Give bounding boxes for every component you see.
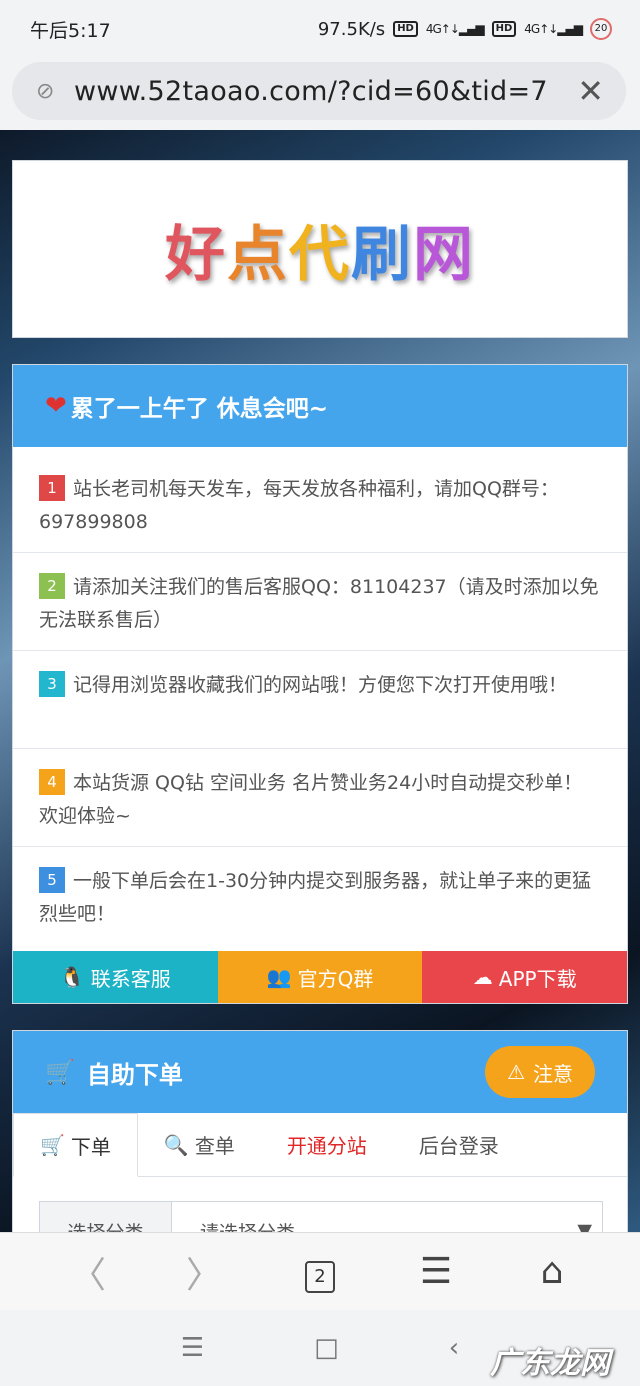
item-number-badge: 2	[39, 573, 65, 599]
hd-icon: HD	[491, 21, 517, 37]
watermark: 广东龙网	[490, 1346, 610, 1381]
search-icon: 🔍	[163, 1132, 189, 1157]
tab-order[interactable]: 🛒 下单	[13, 1113, 138, 1177]
notice-list: 1 站长老司机每天发车，每天发放各种福利，请加QQ群号：697899808 2 请添…	[13, 447, 627, 945]
list-item: 1 站长老司机每天发车，每天发放各种福利，请加QQ群号：697899808	[13, 455, 627, 553]
system-back-icon[interactable]: ‹	[449, 1333, 459, 1363]
item-number-badge: 4	[39, 769, 65, 795]
tab-admin-login[interactable]: 后台登录	[393, 1113, 525, 1176]
menu-icon[interactable]: ☰	[406, 1251, 466, 1292]
list-item: 2 请添加关注我们的售后客服QQ：81104237（请及时添加以免无法联系售后）	[13, 553, 627, 651]
dropdown-arrow-icon: ▼	[577, 1220, 592, 1232]
item-number-badge: 3	[39, 671, 65, 697]
forward-icon[interactable]: 〉	[174, 1246, 234, 1298]
cart-icon: 🛒	[45, 1058, 75, 1086]
qq-icon: 🐧	[59, 965, 85, 989]
select-label: 选择分类	[40, 1202, 172, 1232]
close-icon[interactable]: ✕	[574, 72, 604, 110]
status-time: 午后5:17	[30, 19, 111, 42]
list-item: 5 一般下单后会在1-30分钟内提交到服务器，就让单子来的更猛烈些吧！	[13, 847, 627, 945]
category-select[interactable]: 选择分类 请选择分类 ▼	[39, 1201, 603, 1232]
notice-button[interactable]: ⚠ 注意	[485, 1046, 595, 1098]
home-icon[interactable]: ⌂	[522, 1251, 582, 1292]
status-indicators: 97.5K/s HD 4G↑↓▂▄▆ HD 4G↑↓▂▄▆ 20	[318, 18, 612, 40]
tab-count: 2	[305, 1261, 335, 1293]
tabs-button[interactable]: 2	[290, 1250, 350, 1293]
official-group-button[interactable]: 👥 官方Q群	[217, 951, 423, 1003]
notice-heading: ❤ 累了一上午了 休息会吧~	[13, 365, 627, 447]
app-download-button[interactable]: ☁ APP下载	[422, 951, 628, 1003]
notice-panel: ❤ 累了一上午了 休息会吧~ 1 站长老司机每天发车，每天发放各种福利，请加QQ群…	[12, 364, 628, 1004]
notice-text: 一般下单后会在1-30分钟内提交到服务器，就让单子来的更猛烈些吧！	[39, 870, 592, 925]
signal-icon: 4G↑↓▂▄▆	[524, 22, 583, 36]
item-number-badge: 1	[39, 475, 65, 501]
url-text[interactable]: www.52taoao.com/?cid=60&tid=7	[62, 76, 574, 107]
site-logo: 好点代刷网	[165, 219, 475, 290]
contact-service-button[interactable]: 🐧 联系客服	[13, 951, 218, 1003]
order-heading: 🛒 自助下单 ⚠ 注意	[13, 1031, 627, 1113]
contact-button-row: 🐧 联系客服 👥 官方Q群 ☁ APP下载	[13, 951, 628, 1003]
recent-apps-icon[interactable]: ☰	[181, 1333, 204, 1363]
notice-text: 请添加关注我们的售后客服QQ：81104237（请及时添加以免无法联系售后）	[39, 576, 599, 631]
status-bar: 午后5:17 97.5K/s HD 4G↑↓▂▄▆ HD 4G↑↓▂▄▆ 20	[0, 0, 640, 58]
users-icon: 👥	[266, 965, 292, 989]
tab-query[interactable]: 🔍 查单	[138, 1113, 261, 1176]
hd-icon: HD	[393, 21, 418, 37]
warning-icon: ⚠	[507, 1060, 525, 1084]
signal-icon: 4G↑↓▂▄▆	[425, 22, 485, 36]
notice-text: 记得用浏览器收藏我们的网站哦！方便您下次打开使用哦！	[73, 674, 568, 696]
order-panel: 🛒自助下单 ⚠注意 🛒下单 🔍查单 开通分站 后台登录 选择分类 请选择分类	[12, 1030, 628, 1232]
web-page: 好点代刷网 ❤ 累了一上午了 休息会吧~ 1 站长老司机每天发车，每天发放各种福利…	[0, 130, 640, 1232]
cart-icon: 🛒	[40, 1133, 65, 1157]
home-square-icon[interactable]: □	[314, 1333, 339, 1363]
order-tabs: 🛒 下单 🔍 查单 开通分站 后台登录	[13, 1113, 627, 1177]
heart-icon: ❤	[45, 391, 67, 421]
category-dropdown[interactable]: 请选择分类 ▼	[172, 1202, 602, 1232]
network-speed: 97.5K/s	[317, 18, 386, 40]
order-title: 🛒 自助下单	[45, 1058, 183, 1089]
back-icon[interactable]: 〈	[58, 1246, 118, 1298]
cloud-download-icon: ☁	[472, 965, 493, 989]
notice-text: 站长老司机每天发车，每天发放各种福利，请加QQ群号：697899808	[39, 478, 559, 533]
site-info-icon[interactable]: ⊘	[36, 79, 62, 104]
address-bar[interactable]: ⊘ www.52taoao.com/?cid=60&tid=7 ✕	[12, 62, 626, 120]
list-item: 4 本站货源 QQ钻 空间业务 名片赞业务24小时自动提交秒单！欢迎体验~	[13, 749, 627, 847]
browser-toolbar: 〈 〉 2 ☰ ⌂	[0, 1232, 640, 1310]
list-item: 3 记得用浏览器收藏我们的网站哦！方便您下次打开使用哦！	[13, 651, 627, 749]
site-logo-banner: 好点代刷网	[12, 160, 628, 338]
tab-open-substation[interactable]: 开通分站	[261, 1113, 393, 1176]
item-number-badge: 5	[39, 867, 65, 893]
notice-text: 本站货源 QQ钻 空间业务 名片赞业务24小时自动提交秒单！欢迎体验~	[39, 772, 583, 827]
battery-icon: 20	[590, 18, 612, 40]
